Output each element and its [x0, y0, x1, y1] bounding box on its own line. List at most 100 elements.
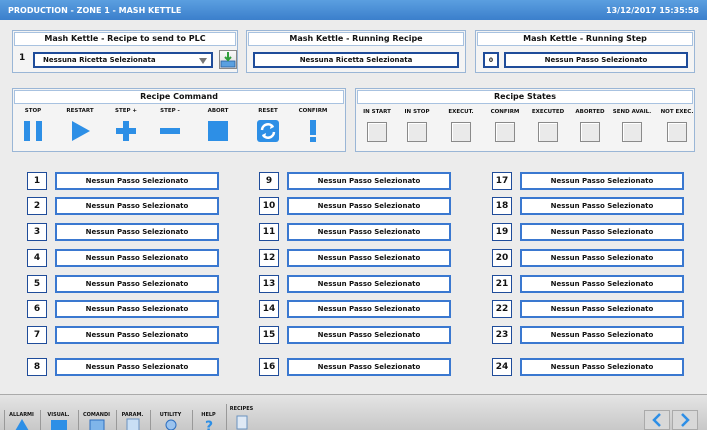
step-number: 10: [259, 197, 279, 215]
alarm-icon: [13, 417, 31, 430]
state-indicator: [407, 122, 427, 142]
step-field: Nessun Passo Selezionato: [287, 197, 451, 215]
step-field: Nessun Passo Selezionato: [287, 275, 451, 293]
state-label: NOT EXEC.: [660, 109, 694, 115]
step-field: Nessun Passo Selezionato: [520, 326, 684, 344]
step-field: Nessun Passo Selezionato: [287, 326, 451, 344]
running-step-panel: Mash Kettle - Running Step 0 Nessun Pass…: [475, 30, 695, 73]
nav-allarmi[interactable]: ALLARMI: [4, 410, 38, 430]
step-number: 21: [492, 275, 512, 293]
step-number: 17: [492, 172, 512, 190]
step-field: Nessun Passo Selezionato: [520, 358, 684, 376]
nav-utility[interactable]: UTILITY: [150, 410, 190, 430]
running-step-number: 0: [483, 52, 499, 68]
step-field: Nessun Passo Selezionato: [520, 275, 684, 293]
step-field: Nessun Passo Selezionato: [520, 300, 684, 318]
recipe-states-panel: Recipe States: [355, 88, 695, 152]
command-label: RESET: [258, 108, 278, 114]
nav-comandi[interactable]: COMANDI: [78, 410, 114, 430]
step-button[interactable]: [114, 119, 138, 143]
nav-help[interactable]: HELP?: [192, 410, 224, 430]
step-number: 16: [259, 358, 279, 376]
step-number: 19: [492, 223, 512, 241]
state-label: ABORTED: [575, 109, 605, 115]
stop-button[interactable]: [21, 119, 45, 143]
step-field: Nessun Passo Selezionato: [520, 197, 684, 215]
step-field: Nessun Passo Selezionato: [55, 326, 219, 344]
state-indicator: [622, 122, 642, 142]
step-number: 24: [492, 358, 512, 376]
command-label: RESTART: [66, 108, 94, 114]
step-field: Nessun Passo Selezionato: [287, 358, 451, 376]
visual-icon: [50, 417, 68, 430]
step-number: 4: [27, 249, 47, 267]
params-icon: [124, 417, 142, 430]
running-recipe-field: Nessuna Ricetta Selezionata: [253, 52, 459, 68]
step-number: 5: [27, 275, 47, 293]
plus-icon: [116, 121, 136, 141]
step-number: 7: [27, 326, 47, 344]
help-icon: ?: [200, 417, 218, 430]
step-field: Nessun Passo Selezionato: [287, 172, 451, 190]
reset-button[interactable]: [256, 119, 280, 143]
abort-button[interactable]: [206, 119, 230, 143]
step-number: 8: [27, 358, 47, 376]
step-number: 14: [259, 300, 279, 318]
step-field: Nessun Passo Selezionato: [287, 249, 451, 267]
state-label: IN STOP: [404, 109, 430, 115]
recipe-select[interactable]: Nessuna Ricetta Selezionata: [33, 52, 213, 68]
step-number: 1: [27, 172, 47, 190]
nav-visual[interactable]: VISUAL.: [40, 410, 76, 430]
step-number: 15: [259, 326, 279, 344]
step-number: 6: [27, 300, 47, 318]
command-label: STEP -: [160, 108, 180, 114]
send-recipe-button[interactable]: [219, 50, 237, 69]
stop-square-icon: [208, 121, 228, 141]
state-indicator: [580, 122, 600, 142]
step-number: 18: [492, 197, 512, 215]
title-bar: PRODUCTION - ZONE 1 - MASH KETTLE 13/12/…: [0, 0, 707, 20]
commands-icon: [88, 417, 106, 430]
play-icon: [72, 121, 90, 141]
send-to-plc-icon: [220, 52, 236, 68]
state-label: EXECUTED: [531, 109, 565, 115]
panel-title: Mash Kettle - Running Step: [477, 32, 693, 46]
recipe-select-value: Nessuna Ricetta Selezionata: [43, 56, 156, 64]
step-number: 3: [27, 223, 47, 241]
step-field: Nessun Passo Selezionato: [520, 223, 684, 241]
recipes-icon: [233, 414, 251, 430]
nav-param[interactable]: PARAM.: [116, 410, 148, 430]
restart-button[interactable]: [68, 119, 92, 143]
running-recipe-panel: Mash Kettle - Running Recipe Nessuna Ric…: [246, 30, 466, 73]
running-step-field: Nessun Passo Selezionato: [504, 52, 688, 68]
step-number: 23: [492, 326, 512, 344]
previous-page-button[interactable]: [644, 410, 670, 430]
panel-title: Mash Kettle - Recipe to send to PLC: [14, 32, 236, 46]
step-number: 12: [259, 249, 279, 267]
chevron-down-icon: [199, 58, 207, 64]
next-page-button[interactable]: [672, 410, 698, 430]
confirm-button[interactable]: [301, 119, 325, 143]
panel-title: Recipe Command: [14, 90, 344, 104]
recipe-index: 1: [19, 53, 26, 63]
step-number: 22: [492, 300, 512, 318]
chevron-left-icon: [652, 413, 661, 427]
step-field: Nessun Passo Selezionato: [55, 172, 219, 190]
step-field: Nessun Passo Selezionato: [55, 249, 219, 267]
state-indicator: [367, 122, 387, 142]
step-number: 2: [27, 197, 47, 215]
command-label: STOP: [24, 108, 42, 114]
recipe-to-send-panel: Mash Kettle - Recipe to send to PLC 1 Ne…: [12, 30, 238, 73]
chevron-right-icon: [681, 413, 690, 427]
svg-text:?: ?: [204, 419, 212, 430]
nav-recipes[interactable]: RECIPES: [226, 404, 256, 430]
minus-icon: [160, 128, 180, 134]
command-label: CONFIRM: [298, 108, 328, 114]
step-field: Nessun Passo Selezionato: [55, 358, 219, 376]
exclamation-icon: [310, 120, 316, 142]
step-button[interactable]: [158, 119, 182, 143]
nav-label: RECIPES: [229, 406, 254, 412]
step-field: Nessun Passo Selezionato: [520, 172, 684, 190]
state-indicator: [451, 122, 471, 142]
datetime-display: 13/12/2017 15:35:58: [606, 5, 699, 15]
